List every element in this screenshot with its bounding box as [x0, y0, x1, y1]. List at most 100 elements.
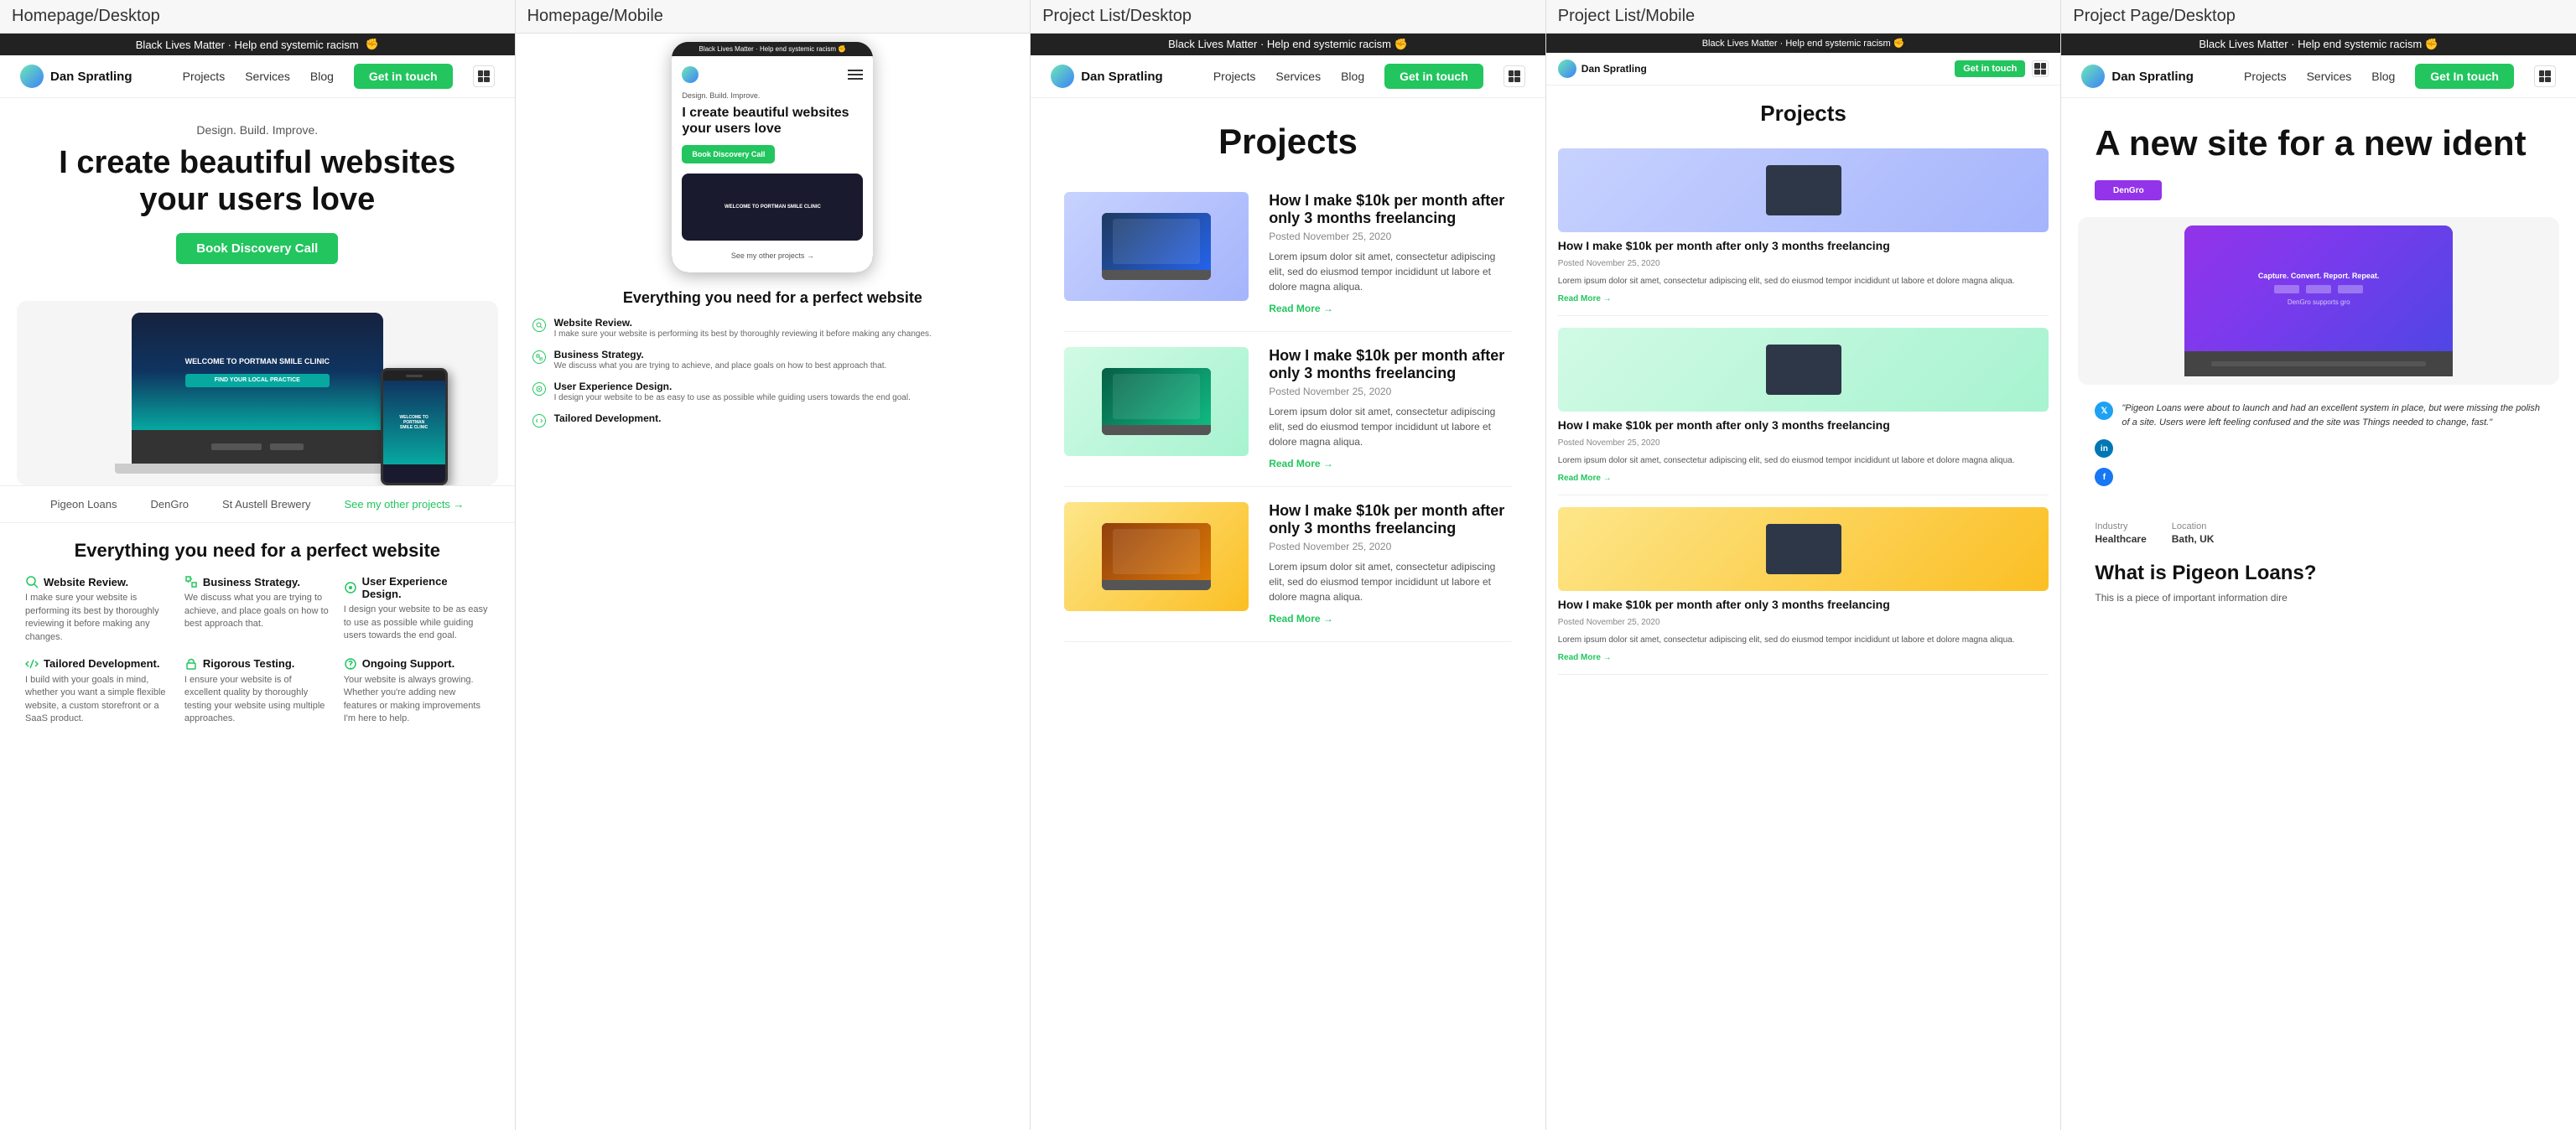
project-list-mobile-content: Black Lives Matter · Help end systemic r…: [1546, 34, 2061, 1130]
p3-read-more-1[interactable]: Read More →: [1269, 303, 1333, 314]
announcement-text: Black Lives Matter · Help end systemic r…: [136, 39, 359, 51]
p5-nav-blog[interactable]: Blog: [2371, 70, 2395, 83]
nav-links: Projects Services Blog Get in touch: [183, 64, 495, 89]
p4-nav-cta[interactable]: Get in touch: [1955, 60, 2025, 77]
hero-title: I create beautiful websites your users l…: [34, 145, 481, 218]
nav-link-projects[interactable]: Projects: [183, 70, 226, 83]
p5-screen-caption: Capture. Convert. Report. Repeat.: [2258, 272, 2380, 280]
see-other-projects-link[interactable]: See my other projects →: [344, 498, 464, 511]
p3-project-date-2: Posted November 25, 2020: [1269, 386, 1512, 397]
p4-page-title: Projects: [1546, 86, 2061, 137]
mockup-title: WELCOME TO PORTMAN SMILE CLINIC: [185, 356, 330, 367]
client-pigeon-loans: Pigeon Loans: [50, 498, 117, 511]
panel-label-homepage-desktop: Homepage/Desktop: [0, 0, 515, 34]
p5-meta-industry: Industry Healthcare: [2095, 521, 2146, 545]
p3-project-image-inner: [1064, 192, 1249, 301]
nav-cta-button[interactable]: Get in touch: [354, 64, 453, 89]
p5-nav-projects[interactable]: Projects: [2244, 70, 2287, 83]
laptop-mockup-group: WELCOME TO PORTMAN SMILE CLINIC FIND YOU…: [115, 313, 400, 474]
p3-project-row-3: How I make $10k per month after only 3 m…: [1064, 487, 1512, 642]
nav-left: Dan Spratling: [20, 65, 132, 88]
p5-nav-services[interactable]: Services: [2307, 70, 2352, 83]
code-icon: [25, 657, 39, 671]
feature-website-review: Website Review. I make sure your website…: [25, 575, 171, 644]
screen-content-2: [1113, 374, 1200, 419]
p3-nav-projects[interactable]: Projects: [1213, 70, 1256, 83]
website-mockup: WELCOME TO PORTMAN SMILE CLINIC FIND YOU…: [17, 301, 498, 485]
main-nav: Dan Spratling Projects Services Blog Get…: [0, 55, 515, 98]
code-icon-small: [532, 414, 546, 428]
see-more-text[interactable]: See my other projects →: [731, 251, 814, 260]
mockup-bottom-bar: [132, 430, 383, 464]
p5-dengro-supports: DenGro supports gro: [2288, 298, 2350, 306]
nav-brand-name: Dan Spratling: [50, 70, 132, 84]
ux-icon: [344, 581, 357, 594]
p3-grid-icon[interactable]: [1504, 65, 1525, 87]
mobile-feature-business-strategy: Business Strategy. We discuss what you a…: [532, 349, 1014, 372]
p3-read-more-2[interactable]: Read More →: [1269, 458, 1333, 469]
hamburger-icon[interactable]: [848, 70, 863, 80]
p3-nav-cta[interactable]: Get in touch: [1384, 64, 1483, 89]
mobile-feature-title: Business Strategy.: [554, 349, 887, 360]
p4-read-more-3[interactable]: Read More →: [1558, 653, 2049, 662]
p5-nav-cta[interactable]: Get In touch: [2415, 64, 2514, 89]
nav-link-services[interactable]: Services: [245, 70, 290, 83]
p5-nav-links: Projects Services Blog Get In touch: [2244, 64, 2556, 89]
p4-img-inner: [1558, 148, 2049, 232]
p4-project-title-3: How I make $10k per month after only 3 m…: [1558, 598, 2049, 611]
p3-project-desc-3: Lorem ipsum dolor sit amet, consectetur …: [1269, 559, 1512, 604]
nav-link-blog[interactable]: Blog: [310, 70, 334, 83]
p3-announcement: Black Lives Matter · Help end systemic r…: [1168, 38, 1391, 50]
grid-dot: [478, 70, 484, 76]
p4-nav: Dan Spratling Get in touch: [1546, 53, 2061, 86]
p4-project-image-3: [1558, 507, 2049, 591]
p5-announcement: Black Lives Matter · Help end systemic r…: [2199, 38, 2422, 50]
strategy-svg: [536, 354, 543, 360]
mobile-feature-desc: I design your website to be as easy to u…: [554, 392, 911, 404]
p5-grid-icon[interactable]: [2534, 65, 2556, 87]
laptop-img-3: [1102, 523, 1211, 590]
laptop-base: [1102, 270, 1211, 280]
feature-title: Website Review.: [44, 576, 128, 588]
p4-project-title-1: How I make $10k per month after only 3 m…: [1558, 239, 2049, 252]
laptop-screen: [1102, 213, 1211, 270]
grid-dot: [484, 70, 490, 76]
p3-nav-services[interactable]: Services: [1275, 70, 1321, 83]
avatar: [20, 65, 44, 88]
mockup-bottom-item: [270, 443, 304, 450]
p5-grid-icon-inner: [2539, 70, 2551, 82]
phone-see-more: See my other projects →: [682, 247, 863, 262]
grid-icon-inner: [1509, 70, 1520, 82]
phone-hero-title: I create beautiful websites your users l…: [682, 105, 863, 137]
p3-project-desc-1: Lorem ipsum dolor sit amet, consectetur …: [1269, 249, 1512, 294]
screen-content-3: [1113, 529, 1200, 574]
p5-testimonials: 𝕏 "Pigeon Loans were about to launch and…: [2061, 385, 2576, 513]
p4-read-more-1[interactable]: Read More →: [1558, 294, 2049, 303]
p5-nav: Dan Spratling Projects Services Blog Get…: [2061, 55, 2576, 98]
below-phone-section: Everything you need for a perfect websit…: [516, 281, 1031, 436]
grid-icon: [478, 70, 490, 82]
phone-wrapper: Black Lives Matter · Help end systemic r…: [516, 34, 1031, 281]
phone-book-call-button[interactable]: Book Discovery Call: [682, 145, 775, 163]
p3-project-title-1: How I make $10k per month after only 3 m…: [1269, 192, 1512, 227]
p5-meta-location-label: Location: [2172, 521, 2215, 531]
phone-top-notch: [383, 371, 445, 381]
search-icon: [25, 575, 39, 588]
p3-nav-blog[interactable]: Blog: [1341, 70, 1364, 83]
p4-grid-icon[interactable]: [2032, 60, 2049, 77]
book-discovery-call-button[interactable]: Book Discovery Call: [176, 233, 338, 264]
mobile-feature-website-review: Website Review. I make sure your website…: [532, 317, 1014, 340]
p5-nav-name: Dan Spratling: [2111, 70, 2194, 84]
strategy-icon: [184, 575, 198, 588]
p4-read-more-2[interactable]: Read More →: [1558, 474, 2049, 483]
p3-read-more-3[interactable]: Read More →: [1269, 613, 1333, 625]
feature-info: Business Strategy. We discuss what you a…: [554, 349, 887, 372]
mobile-phone-frame: Black Lives Matter · Help end systemic r…: [672, 42, 873, 272]
phone-notch: [406, 375, 423, 377]
panel-homepage-desktop: Homepage/Desktop Black Lives Matter · He…: [0, 0, 516, 1130]
nav-grid-icon[interactable]: [473, 65, 495, 87]
p5-screen-logo-3: [2338, 285, 2363, 293]
phone-website-mockup: WELCOME TO PORTMAN SMILE CLINIC: [682, 174, 863, 241]
p5-meta-industry-label: Industry: [2095, 521, 2146, 531]
p5-testimonial-text-1: "Pigeon Loans were about to launch and h…: [2122, 402, 2542, 429]
